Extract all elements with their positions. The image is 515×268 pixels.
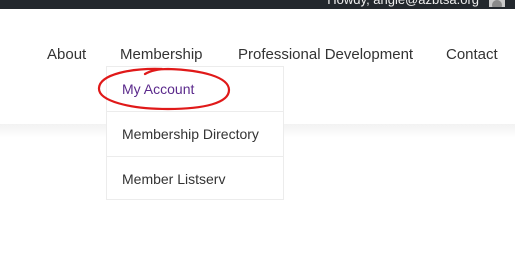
membership-dropdown: My Account Membership Directory Member L… <box>106 66 284 200</box>
dropdown-item-member-listserv[interactable]: Member Listserv <box>107 156 283 201</box>
nav-item-contact[interactable]: Contact <box>446 45 498 65</box>
admin-bar: Howdy, angie@azbtsa.org <box>0 0 515 9</box>
nav-item-professional-development[interactable]: Professional Development <box>238 45 413 65</box>
dropdown-item-membership-directory[interactable]: Membership Directory <box>107 111 283 156</box>
dropdown-item-my-account[interactable]: My Account <box>107 67 283 112</box>
nav-item-membership[interactable]: Membership <box>120 45 203 65</box>
nav-item-about[interactable]: About <box>47 45 86 65</box>
user-avatar-icon[interactable] <box>489 0 505 7</box>
main-nav: About Membership Professional Developmen… <box>0 45 515 65</box>
admin-greeting[interactable]: Howdy, angie@azbtsa.org <box>327 0 479 8</box>
